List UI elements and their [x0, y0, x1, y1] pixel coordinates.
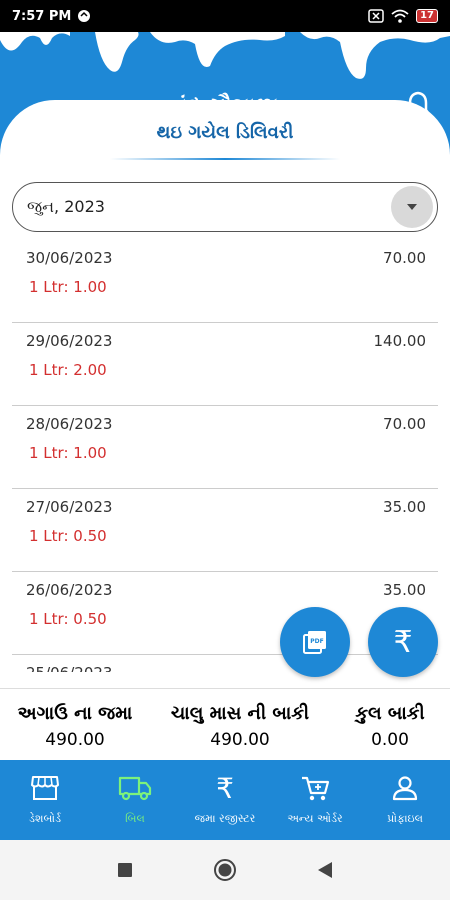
delivery-qty: 1 Ltr: 1.00	[29, 444, 107, 462]
delivery-date: 29/06/2023	[26, 332, 113, 350]
delivery-date: 28/06/2023	[26, 415, 113, 433]
payment-button[interactable]: ₹	[368, 607, 438, 677]
rupee-icon: ₹	[393, 624, 413, 660]
delivery-amount: 70.00	[383, 415, 426, 433]
delivery-amount: 35.00	[383, 581, 426, 599]
delivery-amount: 35.00	[383, 498, 426, 516]
advance-summary: અગાઉ ના જમા 490.00	[0, 689, 150, 750]
person-icon	[392, 776, 418, 801]
list-item[interactable]: 30/06/2023 70.00 1 Ltr: 1.00	[12, 240, 438, 323]
status-time: 7:57 PM	[12, 8, 72, 24]
total-due-label: કુલ બાકી	[355, 703, 425, 724]
pdf-download-button[interactable]: PDF	[280, 607, 350, 677]
month-dropdown-value: જુન, 2023	[27, 197, 105, 216]
recents-icon[interactable]	[117, 862, 133, 878]
nav-profile-label: પ્રોફાઇલ	[387, 812, 423, 825]
list-item[interactable]: 29/06/2023 140.00 1 Ltr: 2.00	[12, 323, 438, 406]
status-bar: 7:57 PM 17	[0, 0, 450, 32]
delivery-date: 25/06/2023	[26, 664, 112, 672]
delivery-qty: 1 Ltr: 0.50	[29, 527, 107, 545]
list-item[interactable]: 28/06/2023 70.00 1 Ltr: 1.00	[12, 406, 438, 489]
delivery-date: 26/06/2023	[26, 581, 113, 599]
delivery-list[interactable]: 30/06/2023 70.00 1 Ltr: 1.00 29/06/2023 …	[12, 240, 438, 672]
notification-icon	[78, 10, 91, 22]
back-icon[interactable]	[317, 861, 333, 879]
nav-other-order[interactable]: અન્ય ઓર્ડર	[270, 760, 360, 840]
wifi-icon	[391, 9, 409, 23]
nav-dashboard[interactable]: ડેશબોર્ડ	[0, 760, 90, 840]
battery-icon: 17	[416, 9, 438, 23]
current-due-value: 490.00	[210, 730, 270, 750]
app-title: નંદ ગૌશાળા	[170, 94, 280, 119]
current-due-summary: ચાલુ માસ ની બાકી 490.00	[150, 689, 330, 750]
total-due-summary: કુલ બાકી 0.00	[330, 689, 450, 750]
system-nav-bar	[0, 840, 450, 900]
bottom-nav: ડેશબોર્ડ બિલ ₹ જમા રજીસ્ટર અન્ય ઓર્ડર પ્…	[0, 760, 450, 840]
caret-down-icon	[407, 204, 417, 210]
delivery-date: 30/06/2023	[26, 249, 113, 267]
month-dropdown[interactable]: જુન, 2023	[12, 182, 438, 232]
sim-icon	[368, 9, 384, 23]
total-due-value: 0.00	[371, 730, 409, 750]
title-divider	[110, 158, 340, 160]
page-title: થઇ ગયેલ ડિલિવરી	[156, 122, 294, 143]
delivery-amount: 140.00	[373, 332, 427, 350]
advance-label: અગાઉ ના જમા	[17, 703, 133, 724]
pdf-icon: PDF	[303, 631, 326, 654]
dropdown-button[interactable]	[391, 186, 433, 228]
delivery-qty: 1 Ltr: 2.00	[29, 361, 107, 379]
delivery-date: 27/06/2023	[26, 498, 113, 516]
advance-value: 490.00	[45, 730, 105, 750]
delivery-amount: 70.00	[383, 249, 426, 267]
nav-deposit-register[interactable]: ₹ જમા રજીસ્ટર	[180, 760, 270, 840]
home-icon[interactable]	[213, 858, 237, 882]
nav-dashboard-label: ડેશબોર્ડ	[28, 812, 62, 825]
truck-icon	[118, 776, 152, 801]
nav-bill[interactable]: બિલ	[90, 760, 180, 840]
cart-icon	[302, 776, 330, 801]
nav-other-order-label: અન્ય ઓર્ડર	[287, 812, 343, 825]
nav-bill-label: બિલ	[125, 812, 145, 825]
current-due-label: ચાલુ માસ ની બાકી	[170, 703, 310, 724]
list-item[interactable]: 27/06/2023 35.00 1 Ltr: 0.50	[12, 489, 438, 572]
store-icon	[31, 776, 59, 800]
notification-bell-icon[interactable]	[404, 90, 432, 120]
delivery-qty: 1 Ltr: 1.00	[29, 278, 107, 296]
delivery-qty: 1 Ltr: 0.50	[29, 610, 107, 628]
nav-deposit-register-label: જમા રજીસ્ટર	[194, 812, 256, 825]
nav-profile[interactable]: પ્રોફાઇલ	[360, 760, 450, 840]
pdf-icon-text: PDF	[310, 638, 323, 645]
balance-summary: અગાઉ ના જમા 490.00 ચાલુ માસ ની બાકી 490.…	[0, 688, 450, 760]
rupee-icon: ₹	[216, 771, 234, 805]
